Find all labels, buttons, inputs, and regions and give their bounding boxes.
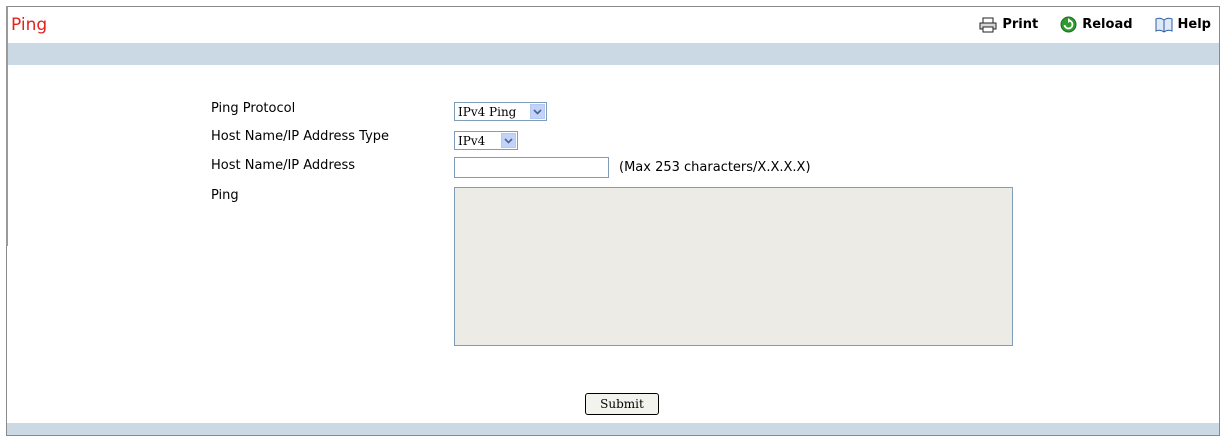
printer-icon — [979, 17, 997, 33]
reload-icon — [1060, 16, 1077, 33]
ping-protocol-value: IPv4 Ping — [458, 104, 517, 119]
host-address-input[interactable] — [454, 157, 609, 178]
chevron-down-icon — [530, 104, 545, 119]
host-type-label: Host Name/IP Address Type — [211, 129, 390, 144]
content-frame: Ping Print Reload Help Ping Protocol IPv… — [6, 6, 1220, 436]
ping-protocol-label: Ping Protocol — [211, 101, 296, 116]
chevron-down-icon — [501, 133, 516, 148]
page-header: Ping Print Reload Help — [7, 7, 1219, 41]
ping-protocol-select[interactable]: IPv4 Ping — [454, 102, 547, 121]
reload-button[interactable]: Reload — [1060, 16, 1133, 33]
print-label: Print — [1002, 17, 1039, 32]
help-book-icon — [1155, 17, 1173, 33]
host-type-value: IPv4 — [458, 133, 486, 148]
submit-button[interactable]: Submit — [585, 393, 659, 415]
host-address-label: Host Name/IP Address — [211, 158, 356, 173]
ping-output-label: Ping — [211, 188, 239, 203]
reload-label: Reload — [1082, 17, 1133, 32]
footer-band — [7, 423, 1219, 435]
print-button[interactable]: Print — [979, 16, 1038, 33]
help-label: Help — [1177, 17, 1211, 32]
host-address-hint: (Max 253 characters/X.X.X.X) — [619, 160, 811, 175]
toolbar: Print Reload Help — [979, 16, 1211, 33]
page-title: Ping — [11, 15, 48, 35]
host-type-select[interactable]: IPv4 — [454, 131, 518, 150]
help-button[interactable]: Help — [1155, 16, 1211, 33]
left-border — [6, 6, 8, 246]
ping-output-area[interactable] — [454, 187, 1013, 346]
header-band — [7, 43, 1219, 65]
